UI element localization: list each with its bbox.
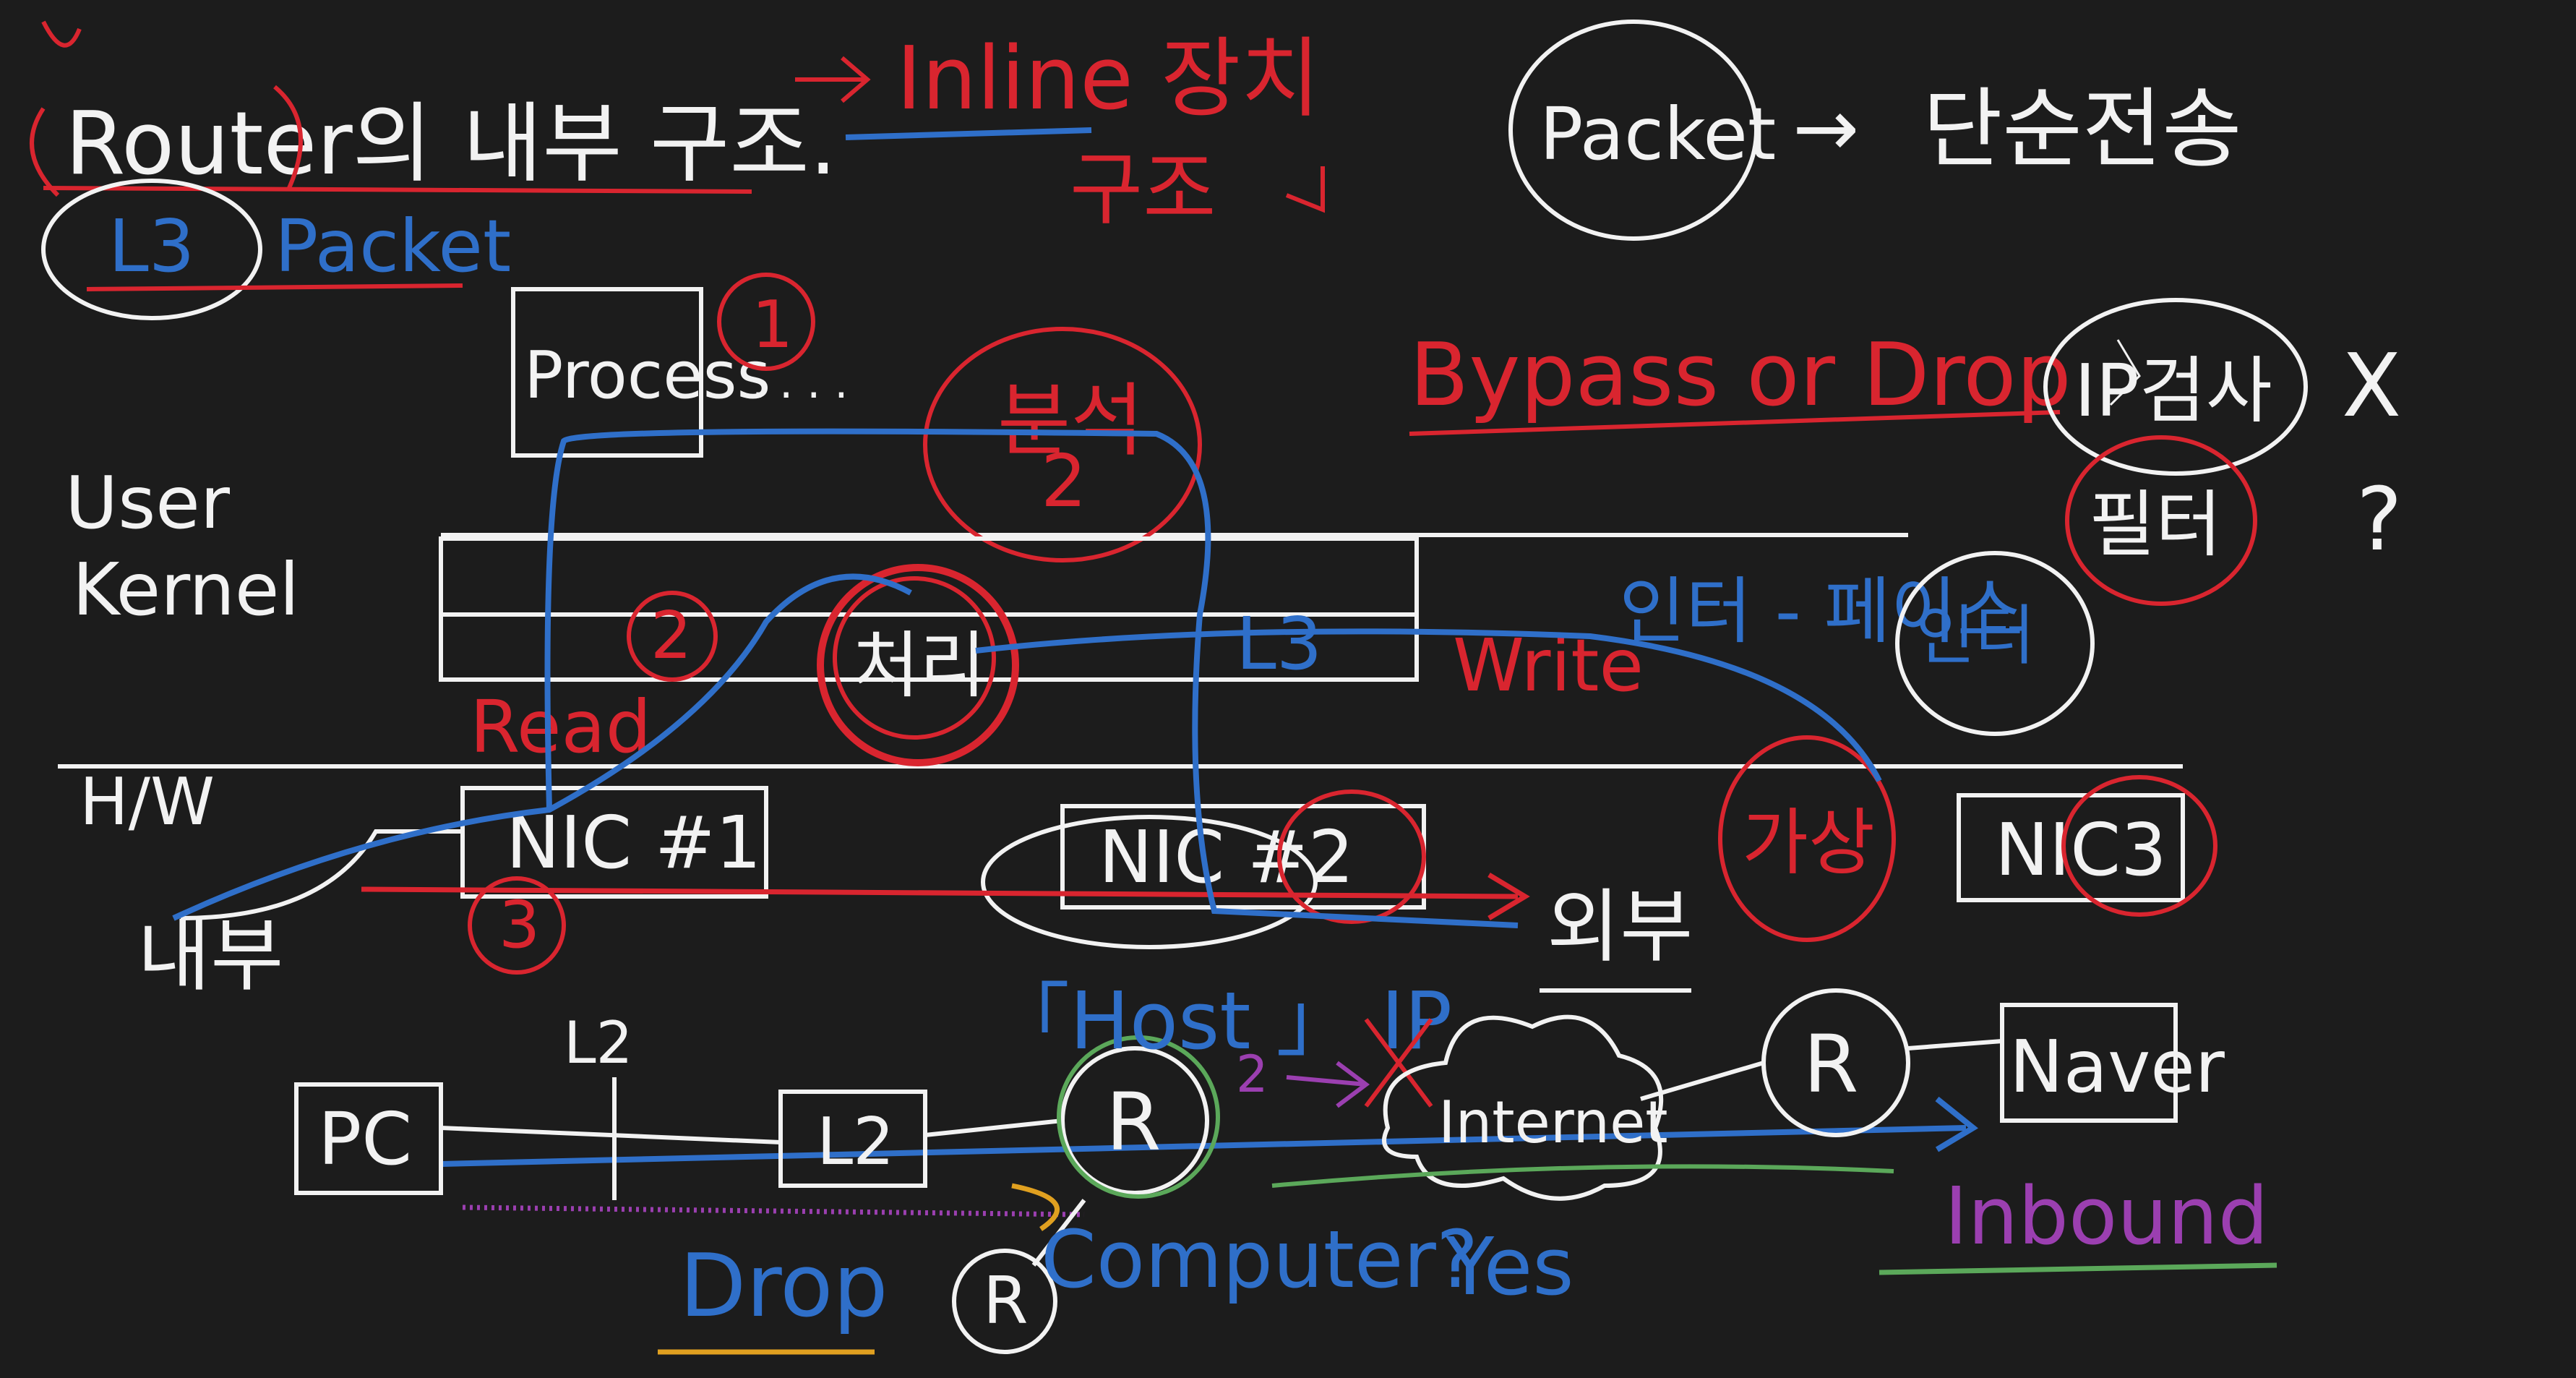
header-packet: Packet: [1540, 92, 1776, 176]
l2-label: L2: [564, 1009, 632, 1077]
filter-text: 필터: [2089, 482, 2222, 567]
kernel-num2: 2: [651, 598, 692, 674]
host-ip-label: 「Host 」 IP: [990, 975, 1452, 1067]
process-num1: 1: [752, 287, 793, 363]
header-arrow: →: [1793, 82, 1859, 174]
num2-pink: 2: [1236, 1045, 1268, 1104]
yes-label: Yes: [1445, 1220, 1574, 1313]
diagram-canvas: Router의 내부 구조. L3 Packet Inline 장치 구조 Pa…: [0, 0, 2576, 1378]
title-router: Router의: [65, 94, 432, 194]
remote-router-label: R: [1803, 1018, 1858, 1110]
router-label: R: [1106, 1076, 1161, 1168]
bottom-router-label: R: [983, 1263, 1029, 1339]
pc-label: PC: [318, 1097, 412, 1181]
virtual-label: 가상: [1742, 800, 1875, 885]
drop-label: Drop: [679, 1236, 888, 1337]
outside-label: 외부: [1547, 881, 1693, 973]
title-packet: Packet: [275, 204, 511, 288]
l2-box-label: L2: [817, 1104, 894, 1180]
num3: 3: [499, 887, 540, 963]
interface-circle-text: 인터: [1915, 598, 2035, 674]
title-inline: Inline 장치: [896, 29, 1321, 129]
bypass-text: Bypass or Drop: [1409, 325, 2071, 426]
layer-hw: H/W: [80, 764, 215, 840]
title-inline-sub: 구조: [1070, 143, 1216, 236]
internet-label: Internet: [1438, 1089, 1668, 1156]
processing-text: 처리: [853, 623, 986, 708]
process-label: Process: [524, 338, 770, 414]
x-mark: X: [2342, 336, 2401, 437]
ip-change-text: IP검사: [2074, 348, 2272, 433]
kernel-read: Read: [470, 685, 651, 769]
question-mark: ?: [2356, 470, 2403, 570]
nic2-label: NIC #2: [1099, 815, 1354, 899]
title-l3: L3: [108, 204, 194, 288]
layer-kernel: Kernel: [72, 547, 299, 632]
inbound-label: Inbound: [1944, 1170, 2269, 1262]
kernel-l3: L3: [1236, 602, 1322, 686]
layer-user: User: [65, 461, 231, 545]
naver-label: Naver: [2009, 1024, 2225, 1109]
title-structure: 내부 구조.: [463, 94, 837, 194]
process-dots: . . . .: [752, 358, 849, 408]
computer-label: Computer?: [1041, 1213, 1478, 1306]
bundle-num: 2: [1041, 439, 1087, 523]
inside-label: 내부: [137, 910, 283, 1002]
whiteboard: Router의 내부 구조. L3 Packet Inline 장치 구조 Pa…: [0, 0, 2576, 1378]
nic3-label: NIC3: [1995, 808, 2167, 892]
header-forwarding: 단순전송: [1923, 80, 2242, 180]
